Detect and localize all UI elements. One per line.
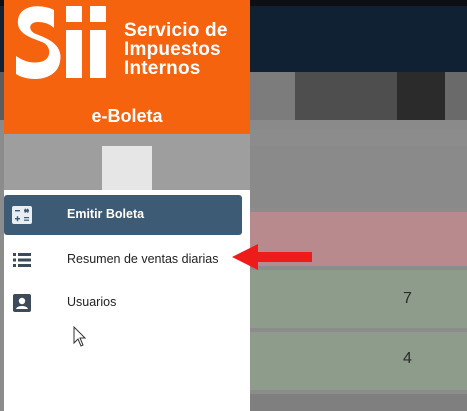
menu-item-label: Usuarios	[67, 295, 117, 309]
background-tab	[250, 72, 295, 120]
background-row-green	[250, 332, 467, 390]
menu-item-resumen-ventas-diarias[interactable]: Resumen de ventas diarias	[4, 240, 244, 280]
background-tab	[445, 72, 467, 120]
background-row	[250, 394, 467, 411]
navigation-drawer: Servicio de Impuestos Internos e-Boleta …	[4, 0, 250, 411]
sii-logo	[16, 6, 106, 79]
list-icon	[13, 253, 31, 267]
background-tab	[295, 72, 397, 120]
menu-item-emitir-boleta[interactable]: Emitir Boleta	[4, 195, 242, 235]
background-tab	[397, 72, 445, 120]
menu-item-usuarios[interactable]: Usuarios	[4, 283, 244, 323]
app-title: e-Boleta	[91, 106, 163, 126]
drawer-header: Servicio de Impuestos Internos e-Boleta	[4, 0, 250, 134]
background-value: 7	[403, 290, 412, 307]
avatar[interactable]	[102, 146, 152, 190]
menu-item-label: Resumen de ventas diarias	[67, 252, 219, 266]
background-row-green	[250, 270, 467, 328]
account-box-icon	[13, 294, 31, 312]
menu-item-label: Emitir Boleta	[67, 207, 145, 221]
user-panel	[4, 134, 250, 190]
background-value: 4	[403, 350, 412, 367]
background-row	[250, 146, 467, 208]
calculator-icon	[12, 206, 32, 224]
brand-name-line-3: Internos	[124, 58, 201, 79]
highlight-arrow-icon	[232, 244, 312, 270]
mouse-cursor-icon	[73, 326, 87, 347]
